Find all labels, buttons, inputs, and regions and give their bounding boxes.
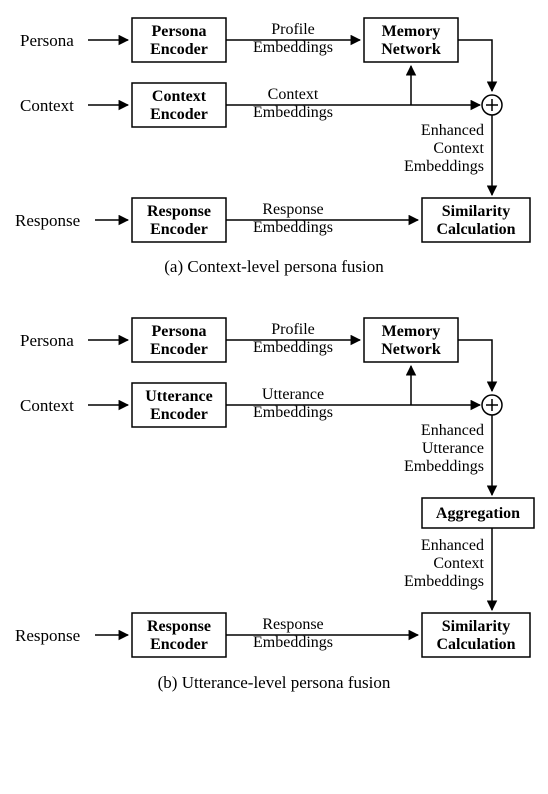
persona-encoder-l2-b: Encoder xyxy=(150,341,208,358)
response-emb-l1-a: Response xyxy=(262,201,323,218)
enh-ctx-l3-a: Embeddings xyxy=(404,158,484,175)
utterance-encoder-l1-b: Utterance xyxy=(145,388,213,405)
response-encoder-l2-b: Encoder xyxy=(150,636,208,653)
response-encoder-l2-a: Encoder xyxy=(150,221,208,238)
enh-ctx-l1-b: Enhanced xyxy=(421,537,484,554)
utterance-encoder-l2-b: Encoder xyxy=(150,406,208,423)
enh-ctx-l1-a: Enhanced xyxy=(421,122,484,139)
enh-ctx-l2-b: Context xyxy=(433,555,484,572)
similarity-l1-a: Similarity xyxy=(442,203,510,220)
input-response-b: Response xyxy=(15,626,80,645)
profile-emb-l1-b: Profile xyxy=(271,321,315,338)
persona-encoder-l1-a: Persona xyxy=(151,23,206,40)
persona-encoder-l2-a: Encoder xyxy=(150,41,208,58)
plus-node-a xyxy=(482,95,502,115)
caption-b: (b) Utterance-level persona fusion xyxy=(158,673,391,692)
diagram-b: Persona Persona Encoder Profile Embeddin… xyxy=(15,318,534,692)
memory-l1-a: Memory xyxy=(382,23,441,40)
enh-utt-l3-b: Embeddings xyxy=(404,458,484,475)
caption-a: (a) Context-level persona fusion xyxy=(164,257,384,276)
arrow xyxy=(458,40,492,91)
utt-emb-l1-b: Utterance xyxy=(262,386,324,403)
utt-emb-l2-b: Embeddings xyxy=(253,404,333,421)
context-encoder-l1-a: Context xyxy=(152,88,207,105)
context-emb-l1-a: Context xyxy=(268,86,319,103)
response-emb-l2-a: Embeddings xyxy=(253,219,333,236)
input-response-a: Response xyxy=(15,211,80,230)
input-context-b: Context xyxy=(20,396,74,415)
enh-ctx-l3-b: Embeddings xyxy=(404,573,484,590)
similarity-l2-a: Calculation xyxy=(436,221,515,238)
profile-emb-l2-a: Embeddings xyxy=(253,39,333,56)
similarity-l2-b: Calculation xyxy=(436,636,515,653)
plus-node-b xyxy=(482,395,502,415)
response-emb-l1-b: Response xyxy=(262,616,323,633)
input-persona-a: Persona xyxy=(20,31,74,50)
response-encoder-l1-a: Response xyxy=(147,203,211,220)
memory-l1-b: Memory xyxy=(382,323,441,340)
profile-emb-l2-b: Embeddings xyxy=(253,339,333,356)
diagram-a: Persona Persona Encoder Profile Embeddin… xyxy=(15,18,530,276)
profile-emb-l1-a: Profile xyxy=(271,21,315,38)
arrow xyxy=(458,340,492,391)
response-encoder-l1-b: Response xyxy=(147,618,211,635)
figure: Persona Persona Encoder Profile Embeddin… xyxy=(0,0,548,794)
enh-ctx-l2-a: Context xyxy=(433,140,484,157)
response-emb-l2-b: Embeddings xyxy=(253,634,333,651)
memory-l2-a: Network xyxy=(381,41,441,58)
input-context-a: Context xyxy=(20,96,74,115)
context-emb-l2-a: Embeddings xyxy=(253,104,333,121)
input-persona-b: Persona xyxy=(20,331,74,350)
enh-utt-l1-b: Enhanced xyxy=(421,422,484,439)
persona-encoder-l1-b: Persona xyxy=(151,323,206,340)
memory-l2-b: Network xyxy=(381,341,441,358)
context-encoder-l2-a: Encoder xyxy=(150,106,208,123)
similarity-l1-b: Similarity xyxy=(442,618,510,635)
enh-utt-l2-b: Utterance xyxy=(422,440,484,457)
aggregation-b: Aggregation xyxy=(436,505,520,522)
